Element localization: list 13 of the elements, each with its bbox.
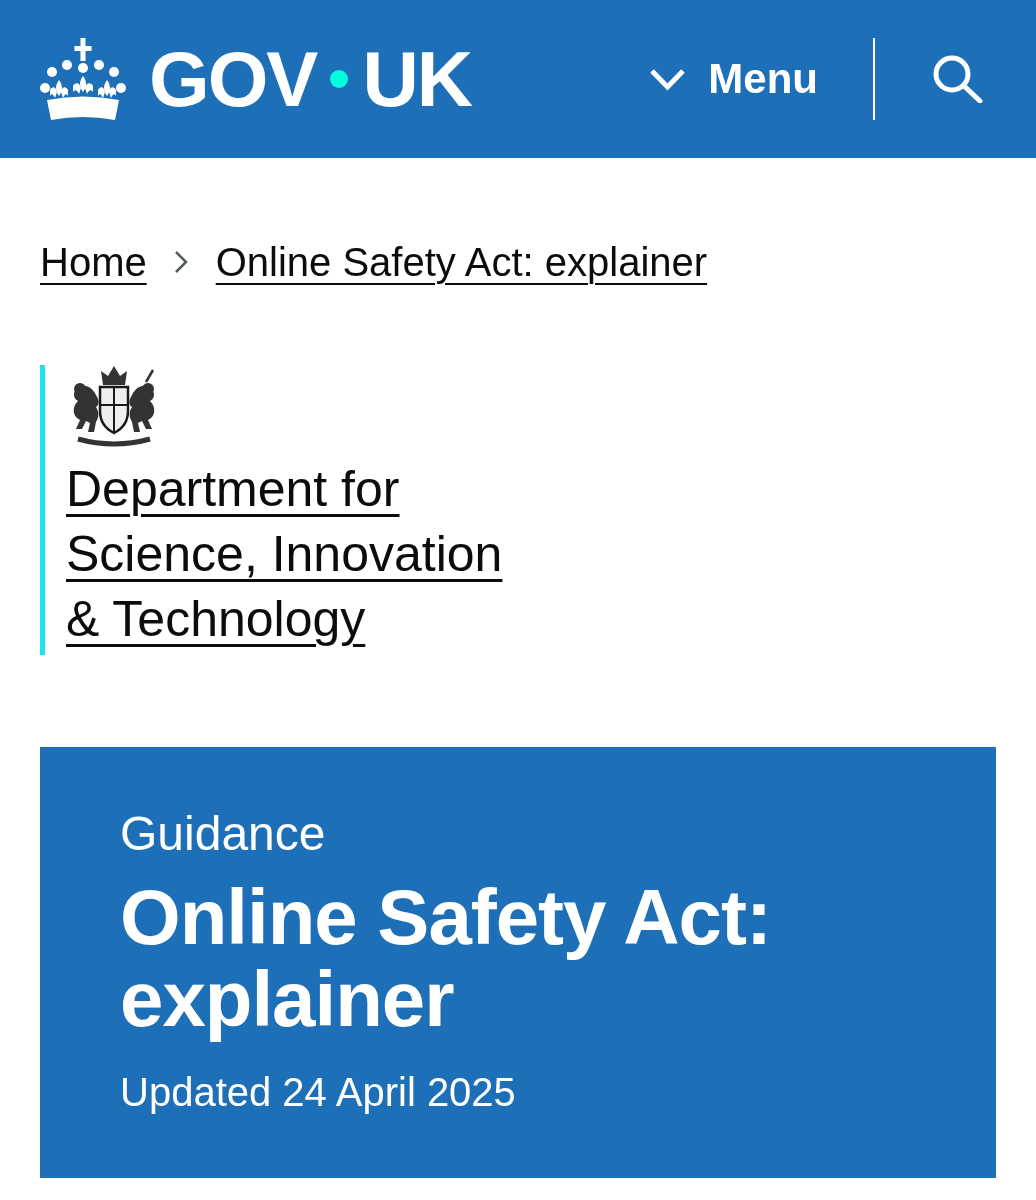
crown-icon bbox=[40, 38, 126, 120]
breadcrumb-link[interactable]: Online Safety Act: explainer bbox=[215, 238, 708, 286]
chevron-right-icon bbox=[173, 250, 188, 274]
document-type-label: Guidance bbox=[120, 806, 326, 862]
search-icon bbox=[933, 55, 983, 103]
updated-date: Updated 24 April 2025 bbox=[120, 1069, 516, 1116]
govuk-logo-link[interactable]: GOV UK bbox=[40, 38, 472, 120]
dot-icon bbox=[330, 70, 349, 88]
organisation-link[interactable]: Department for Science, Innovation & Technology bbox=[66, 457, 506, 652]
page-title: Online Safety Act: explainer bbox=[120, 876, 772, 1040]
search-button[interactable] bbox=[933, 55, 983, 103]
menu-button[interactable]: Menu bbox=[649, 58, 818, 100]
breadcrumb-link[interactable]: Home bbox=[40, 238, 147, 286]
